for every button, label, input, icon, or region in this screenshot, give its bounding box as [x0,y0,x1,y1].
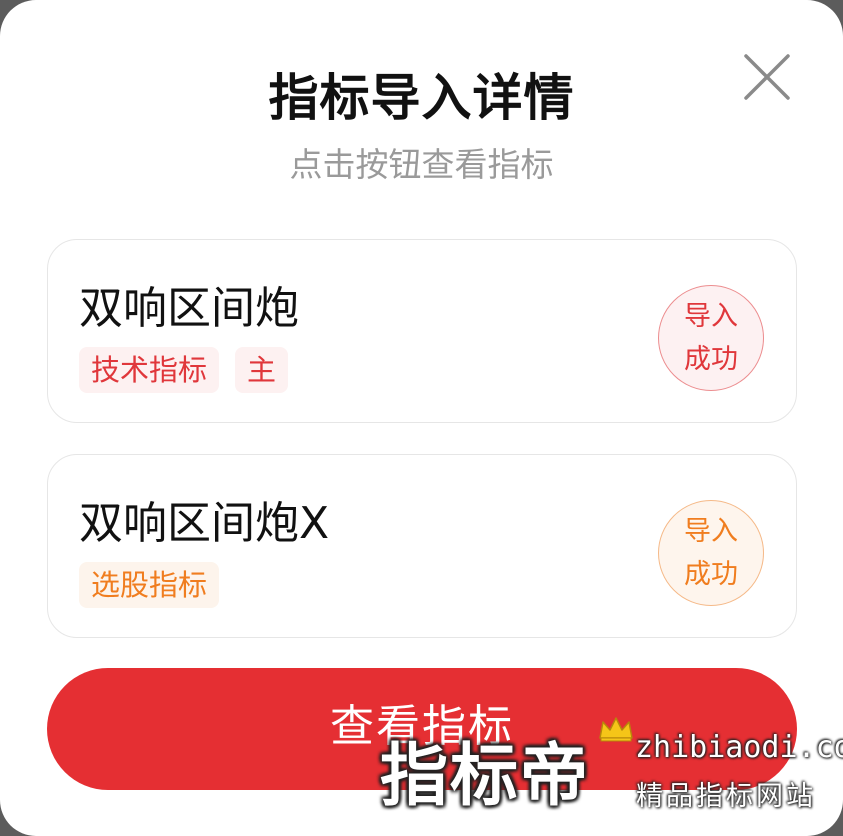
indicator-card: 双响区间炮 技术指标 主 导入 成功 [47,239,797,423]
close-button[interactable] [742,52,792,102]
tag-stock-selection-indicator: 选股指标 [79,562,220,608]
indicator-name: 双响区间炮 [79,283,299,334]
dialog-title: 指标导入详情 [268,69,575,127]
import-success-stamp: 导入 成功 [658,285,764,391]
stamp-line-2: 成功 [684,559,738,590]
tag-main: 主 [235,347,289,393]
import-details-dialog: 指标导入详情 点击按钮查看指标 双响区间炮 技术指标 主 导入 成功 双响区间炮… [0,0,843,836]
dialog-subtitle: 点击按钮查看指标 [289,145,554,184]
indicator-card: 双响区间炮X 选股指标 导入 成功 [47,454,797,638]
close-icon [744,54,790,100]
indicator-tags: 技术指标 主 [79,347,289,393]
tag-technical-indicator: 技术指标 [79,347,220,393]
indicator-name: 双响区间炮X [79,498,330,549]
indicator-tags: 选股指标 [79,562,220,608]
stamp-line-1: 导入 [684,516,738,547]
import-success-stamp: 导入 成功 [658,500,764,606]
view-indicators-button[interactable]: 查看指标 [47,668,797,790]
stamp-line-2: 成功 [684,344,738,375]
stamp-line-1: 导入 [684,301,738,332]
